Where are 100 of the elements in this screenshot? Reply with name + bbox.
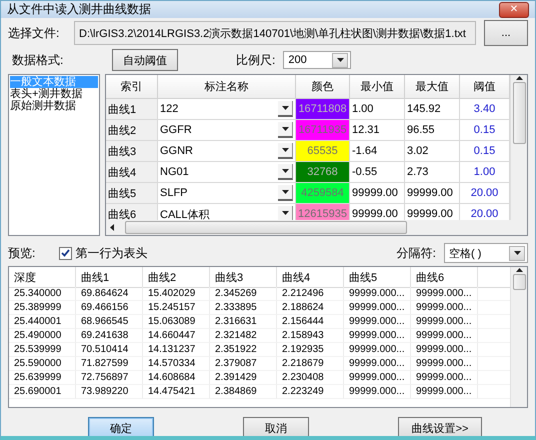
table-cell: 2.384869	[210, 385, 277, 399]
table-cell: 2.230408	[277, 371, 344, 385]
name-cell[interactable]: NG01	[158, 162, 296, 183]
table-cell: 99999.000...	[344, 287, 411, 301]
curve-name: CALL体积	[160, 208, 210, 220]
table-cell: 25.639999	[9, 371, 76, 385]
vertical-scrollbar[interactable]	[510, 267, 527, 407]
auto-threshold-button[interactable]: 自动阈值	[112, 49, 178, 71]
table-cell: 2.218679	[277, 357, 344, 371]
dropdown-button[interactable]	[278, 185, 293, 201]
dropdown-arrow-icon[interactable]	[282, 168, 288, 174]
table-cell: 14.570334	[143, 357, 210, 371]
name-cell[interactable]: CALL体积	[158, 204, 296, 220]
table-cell: 99999.000...	[411, 301, 478, 315]
dropdown-arrow-icon[interactable]	[282, 106, 288, 110]
color-cell[interactable]: 4259584	[296, 183, 350, 204]
column-header[interactable]: 最小值	[350, 75, 405, 99]
scroll-left-icon[interactable]	[109, 224, 114, 231]
table-cell: 99999.000...	[344, 385, 411, 399]
min-cell: 12.31	[350, 120, 405, 141]
table-cell: 15.245157	[143, 301, 210, 315]
column-header[interactable]: 最大值	[405, 75, 460, 99]
threshold-cell: 0.15	[460, 141, 510, 162]
dropdown-button[interactable]	[278, 164, 293, 180]
dropdown-arrow-icon[interactable]	[282, 148, 288, 152]
curve-name: 122	[160, 103, 178, 115]
scale-select[interactable]: 200	[283, 51, 352, 69]
format-item[interactable]: 原始测井数据	[10, 100, 98, 112]
table-cell: 2.188624	[277, 301, 344, 315]
color-cell[interactable]: 65535	[296, 141, 350, 162]
check-icon	[61, 249, 70, 257]
table-cell: 14.131237	[143, 343, 210, 357]
dialog-button[interactable]: 曲线设置>>	[398, 417, 482, 436]
name-cell[interactable]: GGFR	[158, 120, 296, 141]
file-path-field[interactable]: D:\lrGIS3.2\2014LRGIS3.2演示数据140701\地测\单孔柱状图\测井数据\数据1.txt	[74, 21, 476, 45]
min-cell: -1.64	[350, 141, 405, 162]
dropdown-button[interactable]	[278, 122, 293, 138]
table-cell: 99999.000...	[344, 343, 411, 357]
dropdown-arrow-icon[interactable]	[336, 58, 344, 62]
name-cell[interactable]: SLFP	[158, 183, 296, 204]
header-checkbox[interactable]	[59, 246, 72, 260]
vertical-scrollbar[interactable]	[510, 75, 527, 220]
table-cell: 99999.000...	[411, 371, 478, 385]
column-header[interactable]: 索引	[106, 75, 158, 99]
column-header: 曲线4	[277, 267, 344, 288]
table-cell: 73.989220	[76, 385, 143, 399]
table-cell: 25.690001	[9, 385, 76, 399]
table-cell: 2.391429	[210, 371, 277, 385]
dropdown-button[interactable]	[278, 143, 293, 159]
dropdown-arrow-icon[interactable]	[282, 126, 288, 132]
table-cell: 69.241638	[76, 329, 143, 343]
row-index-cell: 曲线4	[106, 162, 158, 183]
max-cell: 145.92	[405, 99, 460, 120]
scrollbar-thumb[interactable]	[512, 274, 526, 290]
row-index-cell: 曲线1	[106, 99, 158, 120]
row-index-cell: 曲线3	[106, 141, 158, 162]
column-header[interactable]: 阈值	[460, 75, 510, 99]
table-cell: 99999.000...	[411, 385, 478, 399]
name-cell[interactable]: GGNR	[158, 141, 296, 162]
table-cell: 99999.000...	[344, 329, 411, 343]
table-cell: 2.351922	[210, 343, 277, 357]
min-cell: 1.00	[350, 99, 405, 120]
horizontal-scrollbar[interactable]	[106, 220, 527, 235]
table-cell: 99999.000...	[411, 357, 478, 371]
row-index-cell: 曲线2	[106, 120, 158, 141]
dialog-button[interactable]: 取消	[243, 417, 309, 436]
table-cell: 69.864624	[76, 287, 143, 301]
curve-name: GGNR	[160, 145, 193, 157]
table-cell: 15.063089	[143, 315, 210, 329]
table-cell: 72.756897	[76, 371, 143, 385]
threshold-cell: 20.00	[460, 183, 510, 204]
table-cell: 99999.000...	[344, 301, 411, 315]
dropdown-arrow-icon[interactable]	[282, 190, 288, 194]
table-cell: 25.340000	[9, 287, 76, 301]
table-cell: 14.475421	[143, 385, 210, 399]
dropdown-arrow-icon[interactable]	[282, 210, 288, 216]
column-header: 曲线3	[210, 267, 277, 288]
table-cell: 25.389999	[9, 301, 76, 315]
scrollbar-thumb[interactable]	[125, 221, 407, 234]
column-header: 深度	[9, 267, 76, 288]
column-header: 曲线1	[76, 267, 143, 288]
dropdown-arrow-icon[interactable]	[514, 250, 520, 256]
column-header: 曲线6	[411, 267, 478, 288]
format-item[interactable]: 表头+测井数据	[10, 88, 98, 100]
column-header[interactable]: 颜色	[296, 75, 350, 99]
dropdown-button[interactable]	[278, 206, 293, 220]
table-cell: 2.192935	[277, 343, 344, 357]
browse-button[interactable]: ...	[484, 20, 528, 46]
scrollbar-thumb[interactable]	[512, 82, 526, 144]
curve-name: SLFP	[160, 187, 188, 199]
table-cell: 69.466156	[76, 301, 143, 315]
dropdown-button[interactable]	[278, 101, 293, 117]
column-header: 曲线5	[344, 267, 411, 288]
dialog-button[interactable]: 确定	[88, 417, 154, 436]
name-cell[interactable]: 122	[158, 99, 296, 120]
scroll-up-icon[interactable]	[516, 75, 522, 80]
table-cell: 2.379087	[210, 357, 277, 371]
column-header[interactable]: 标注名称	[158, 75, 296, 99]
scroll-up-icon[interactable]	[516, 267, 522, 272]
separator-select[interactable]: 空格( )	[444, 243, 528, 263]
